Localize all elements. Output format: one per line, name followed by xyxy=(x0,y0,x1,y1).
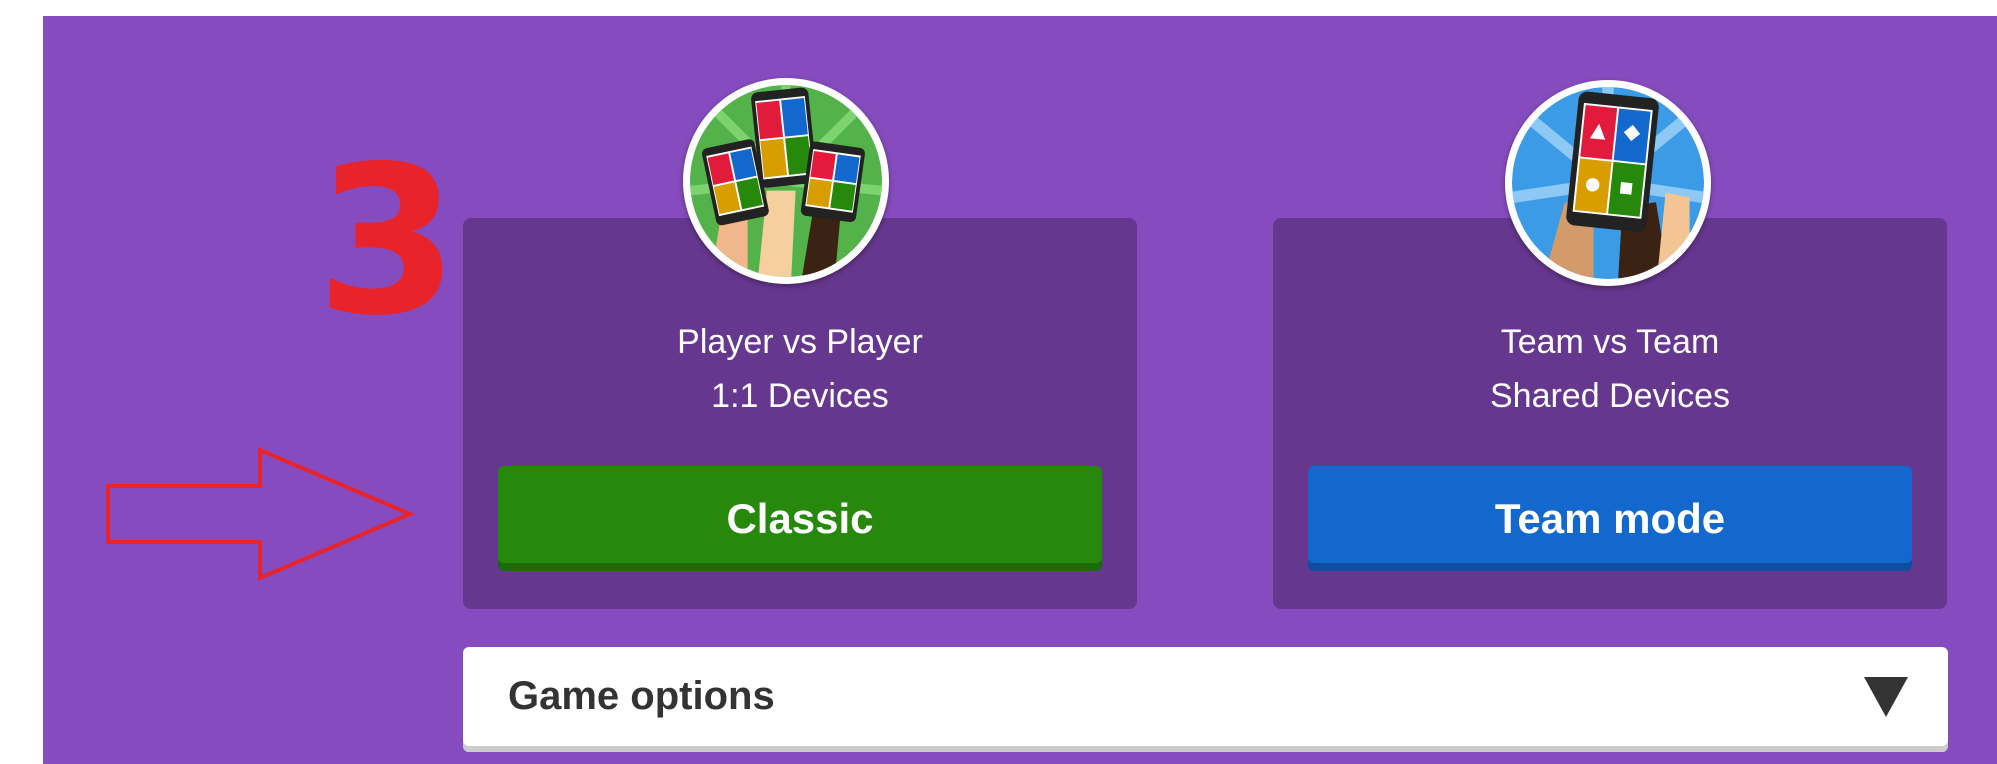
annotation-step-number: 3 xyxy=(316,123,459,361)
classic-mode-line2: 1:1 Devices xyxy=(711,377,889,415)
annotation-arrow-icon xyxy=(106,446,414,582)
team-mode-description: Team vs Team Shared Devices xyxy=(1273,315,1947,423)
game-options-dropdown[interactable]: Game options xyxy=(463,647,1948,752)
phones-hands-icon xyxy=(690,85,882,277)
game-options-label: Game options xyxy=(508,674,775,718)
team-mode-line1: Team vs Team xyxy=(1500,323,1720,361)
shared-phone-hands-icon xyxy=(1512,87,1704,279)
caret-down-icon xyxy=(1864,677,1908,717)
team-mode-button[interactable]: Team mode xyxy=(1308,466,1912,571)
classic-mode-description: Player vs Player 1:1 Devices xyxy=(463,315,1137,423)
team-mode-line2: Shared Devices xyxy=(1489,377,1730,415)
classic-mode-line1: Player vs Player xyxy=(677,323,923,361)
team-vs-team-illustration xyxy=(1505,80,1711,286)
player-vs-player-illustration xyxy=(683,78,889,284)
classic-button[interactable]: Classic xyxy=(498,466,1102,571)
